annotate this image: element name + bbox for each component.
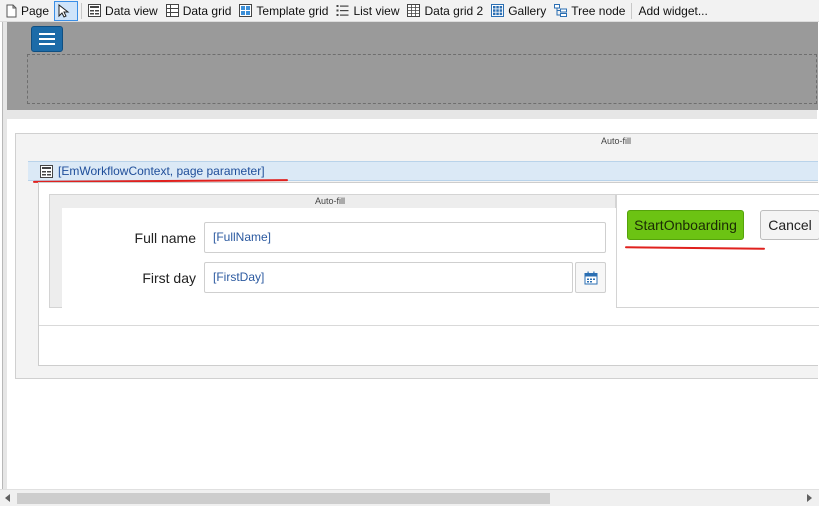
red-underline-annotation xyxy=(624,246,766,250)
data-view-context: [EmWorkflowContext, page parameter] xyxy=(58,164,265,178)
header-placeholder[interactable] xyxy=(27,54,817,104)
scroll-left-arrow-icon[interactable] xyxy=(1,492,15,504)
horizontal-scrollbar[interactable] xyxy=(0,489,819,506)
list-view-icon xyxy=(336,5,349,16)
data-view-divider xyxy=(39,325,819,326)
toolbar-tree-node[interactable]: Tree node xyxy=(551,1,628,21)
template-grid-icon xyxy=(239,4,253,17)
pointer-icon xyxy=(58,3,70,18)
page-icon xyxy=(6,4,17,17)
data-view-header[interactable]: [EmWorkflowContext, page parameter] xyxy=(28,161,818,181)
first-day-label: First day xyxy=(142,270,196,286)
toolbar-pointer[interactable] xyxy=(54,0,79,21)
toolbar-list-view-label: List view xyxy=(353,3,400,18)
page-canvas: Auto-fill [EmWorkflowContext, page param… xyxy=(2,22,819,489)
button-column: StartOnboarding Cancel xyxy=(616,194,819,308)
hamburger-icon xyxy=(39,38,55,40)
hamburger-icon xyxy=(39,43,55,45)
tree-node-icon xyxy=(554,4,568,17)
inner-container[interactable]: Auto-fill Full name [FullName] First day… xyxy=(49,194,617,308)
calendar-icon xyxy=(584,271,597,284)
toolbar-template-grid[interactable]: Template grid xyxy=(236,1,331,21)
start-onboarding-button[interactable]: StartOnboarding xyxy=(627,210,744,240)
first-day-input[interactable]: [FirstDay] xyxy=(204,262,573,293)
toolbar-separator xyxy=(631,2,633,19)
toolbar-data-grid[interactable]: Data grid xyxy=(163,1,235,21)
toolbar-data-view-label: Data view xyxy=(105,3,158,18)
toolbar-gallery-label: Gallery xyxy=(508,3,547,18)
toolbar-data-grid-2-label: Data grid 2 xyxy=(424,3,484,18)
layout-header-region xyxy=(7,22,818,110)
toolbar-template-grid-label: Template grid xyxy=(256,3,329,18)
toolbar-add-widget[interactable]: Add widget... xyxy=(635,1,710,21)
hamburger-icon xyxy=(39,33,55,35)
gallery-icon xyxy=(491,4,505,17)
toolbar-gallery[interactable]: Gallery xyxy=(488,1,549,21)
toolbar-data-grid-2[interactable]: Data grid 2 xyxy=(404,1,486,21)
toolbar-data-grid-label: Data grid xyxy=(182,3,232,18)
hamburger-menu-button[interactable] xyxy=(31,26,63,52)
data-grid-2-icon xyxy=(407,4,421,17)
layout-content-region: Auto-fill [EmWorkflowContext, page param… xyxy=(7,119,819,489)
full-name-label: Full name xyxy=(134,230,196,246)
widget-toolbar: Page Data view Data grid Template grid L… xyxy=(0,0,819,22)
toolbar-data-view[interactable]: Data view xyxy=(85,1,161,21)
data-grid-icon xyxy=(165,4,179,17)
form-area: Full name [FullName] First day [FirstDay… xyxy=(62,208,617,308)
scrollbar-thumb[interactable] xyxy=(17,493,550,504)
cancel-button[interactable]: Cancel xyxy=(760,210,819,240)
toolbar-list-view[interactable]: List view xyxy=(333,1,402,21)
date-picker-button[interactable] xyxy=(575,262,606,293)
toolbar-page-label: Page xyxy=(21,3,50,18)
outer-autofill-label: Auto-fill xyxy=(600,136,631,146)
toolbar-page[interactable]: Page xyxy=(3,1,52,21)
data-view-icon xyxy=(88,4,102,17)
scroll-right-arrow-icon[interactable] xyxy=(802,492,816,504)
data-view-icon xyxy=(40,164,53,178)
toolbar-tree-node-label: Tree node xyxy=(571,3,626,18)
full-name-input[interactable]: [FullName] xyxy=(204,222,606,253)
data-view-body: Auto-fill Full name [FullName] First day… xyxy=(38,182,819,366)
toolbar-separator xyxy=(81,2,83,19)
inner-autofill-label: Auto-fill xyxy=(314,196,345,206)
toolbar-add-widget-label: Add widget... xyxy=(638,3,708,18)
